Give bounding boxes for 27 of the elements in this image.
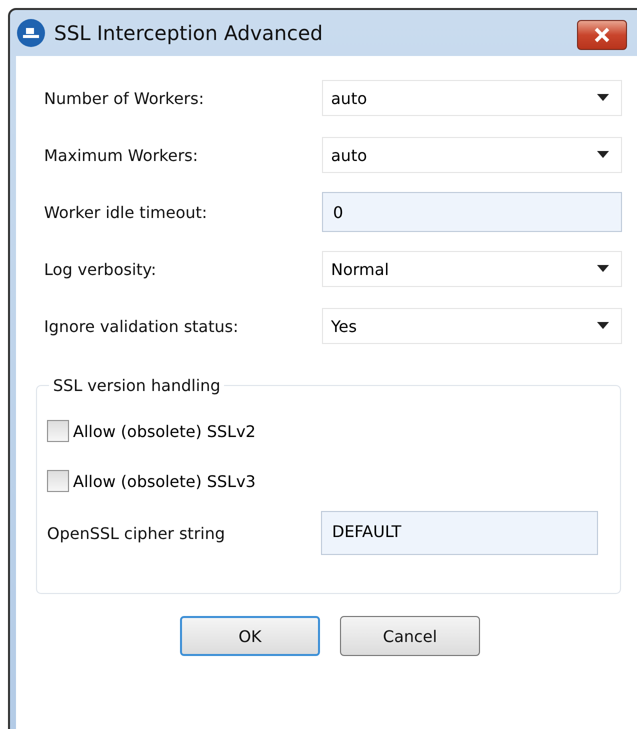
dropdown[interactable]: Normal — [322, 251, 622, 287]
field-label: Number of Workers: — [44, 88, 205, 108]
dropdown-arrow-icon — [597, 94, 609, 102]
field-label: OpenSSL cipher string — [47, 524, 226, 542]
checkbox[interactable] — [47, 420, 69, 442]
group-title: SSL version handling — [52, 376, 222, 395]
checkbox-label: Allow (obsolete) SSLv2 — [73, 422, 256, 440]
close-icon — [592, 27, 612, 43]
checkbox-label: Allow (obsolete) SSLv3 — [73, 472, 256, 490]
checkbox[interactable] — [47, 470, 69, 492]
close-button[interactable] — [577, 20, 627, 50]
window-title: SSL Interception Advanced — [54, 21, 323, 45]
dropdown-arrow-icon — [597, 322, 609, 330]
input-field[interactable]: 0 — [322, 192, 622, 232]
dropdown[interactable]: auto — [322, 137, 622, 173]
input-field[interactable]: DEFAULT — [321, 511, 598, 555]
field-label: Ignore validation status: — [44, 316, 240, 336]
dropdown[interactable]: auto — [322, 80, 622, 116]
dropdown[interactable]: Yes — [322, 308, 622, 344]
dialog-button[interactable]: OK — [180, 616, 320, 656]
dropdown-arrow-icon — [597, 265, 609, 273]
field-label: Log verbosity: — [44, 260, 158, 278]
dropdown-arrow-icon — [597, 151, 609, 159]
dialog-button[interactable]: Cancel — [340, 616, 480, 656]
field-label: Maximum Workers: — [44, 146, 200, 164]
app-icon — [16, 18, 46, 48]
field-label: Worker idle timeout: — [44, 202, 208, 222]
